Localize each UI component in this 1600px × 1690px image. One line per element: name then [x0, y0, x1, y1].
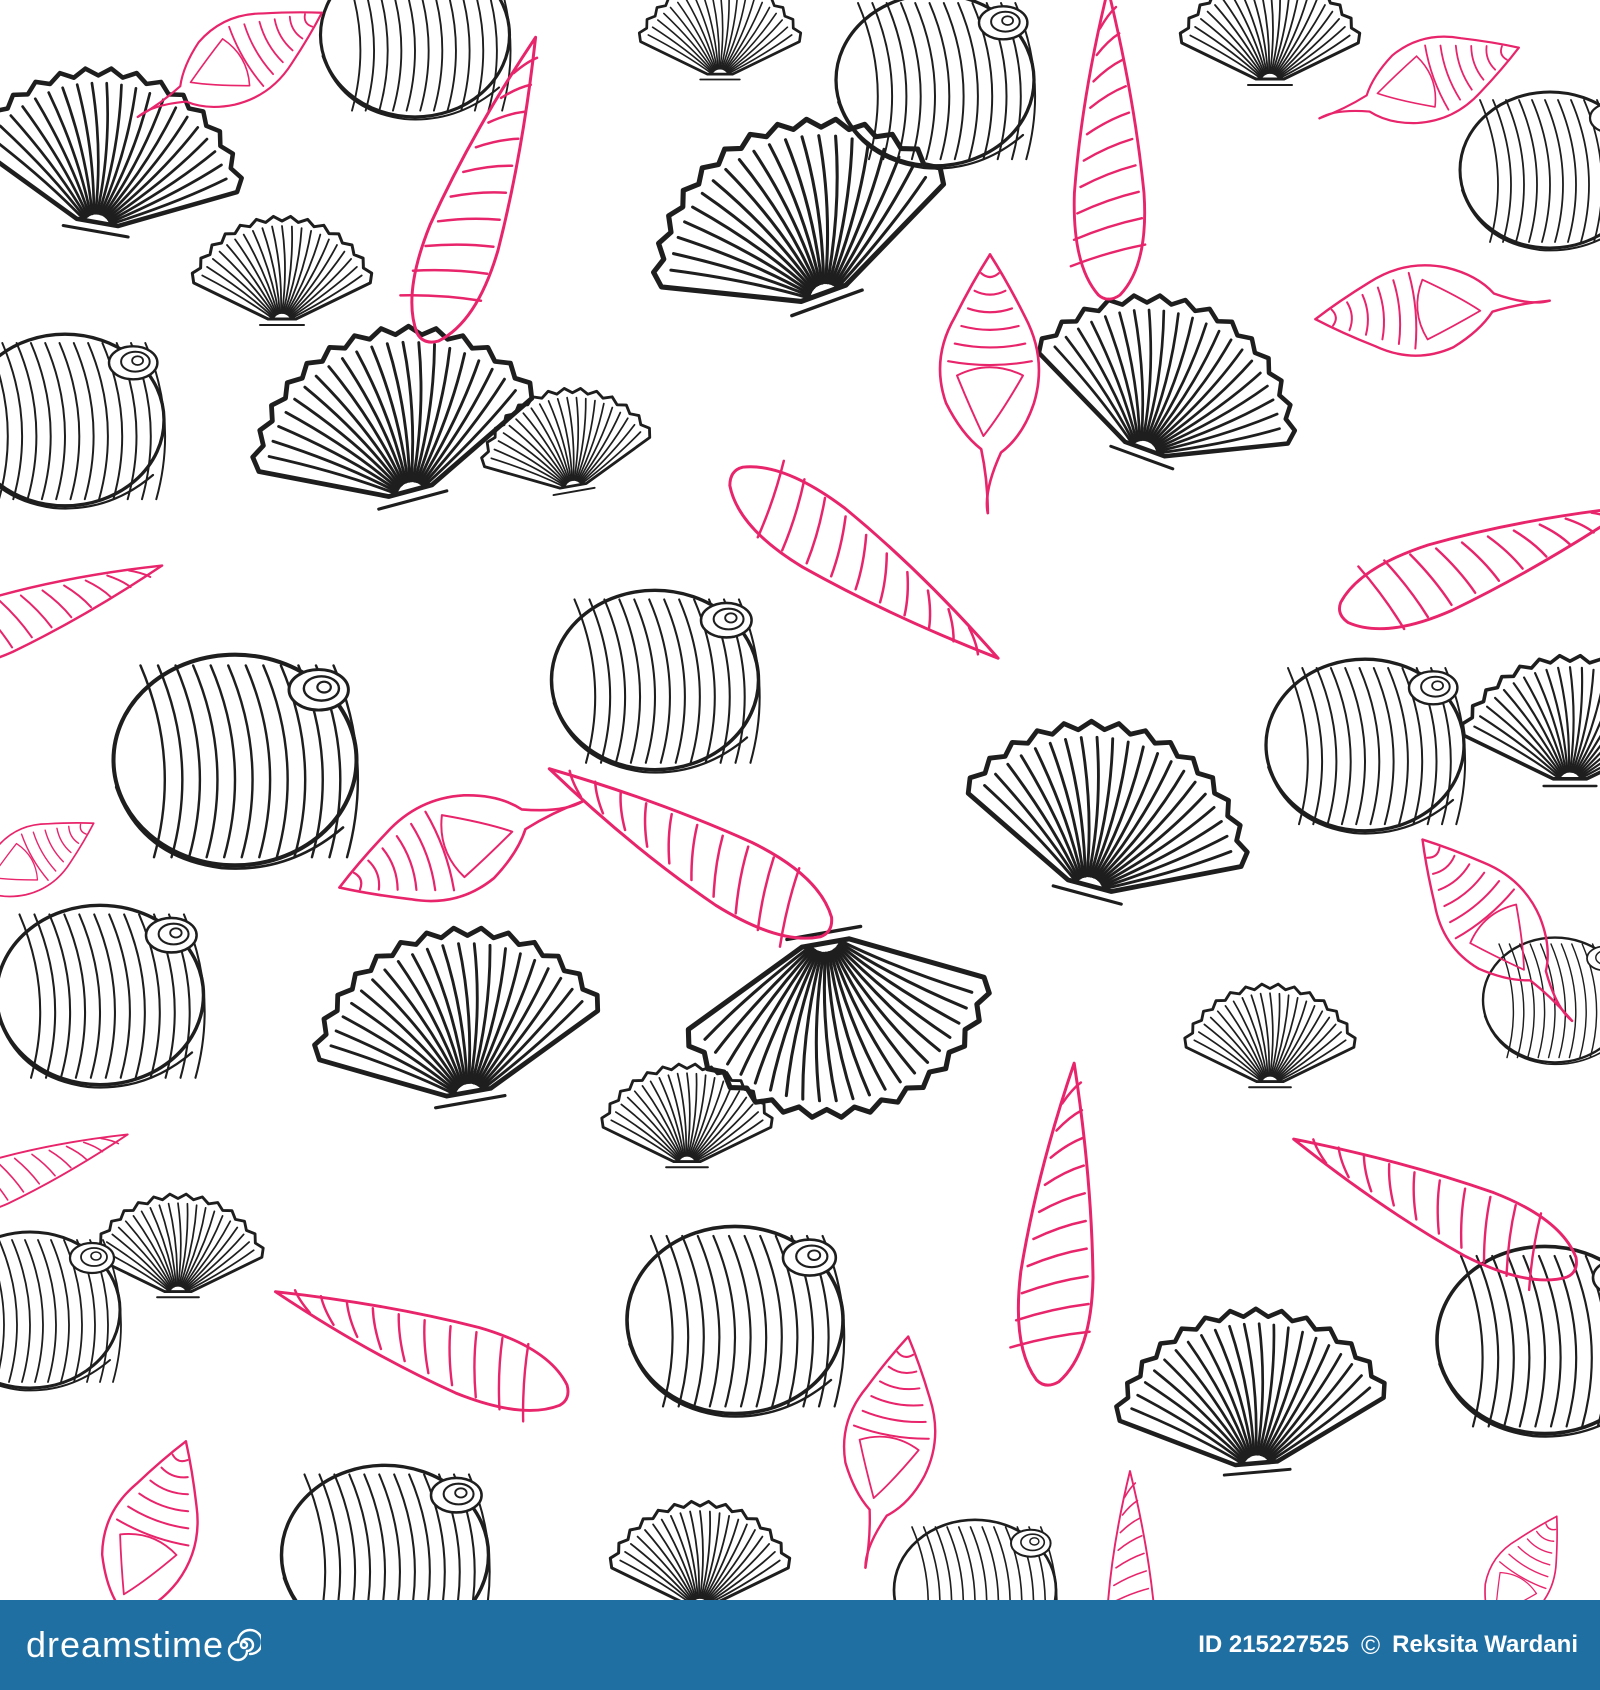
snail-shell: [892, 1518, 1058, 1600]
conch-shell: [1472, 1515, 1558, 1600]
conch-shell: [1421, 838, 1574, 1023]
scallop-shell: [91, 1192, 265, 1299]
spire-shell: [0, 564, 164, 669]
scallop-shell: [0, 66, 244, 239]
spire-shell: [1292, 1137, 1578, 1292]
snail-shell: [111, 652, 360, 870]
snail-shell: [318, 0, 512, 121]
scallop-shell: [1036, 293, 1298, 471]
spire-shell: [728, 459, 1000, 660]
scallop-shell: [1178, 0, 1362, 86]
scallop-shell: [250, 323, 535, 511]
dreamstime-logo: dreamstime: [26, 1624, 262, 1666]
scallop-shell: [965, 718, 1250, 906]
spire-shell: [399, 35, 539, 344]
spire-shell: [273, 1289, 570, 1423]
scallop-shell: [1183, 982, 1357, 1089]
snail-shell: [549, 588, 761, 774]
image-credit: ID 215227525 © Reksita Wardani: [1198, 1630, 1578, 1661]
snail-shell: [0, 1230, 122, 1392]
scallop-shell: [312, 925, 601, 1110]
copyright-symbol: ©: [1360, 1629, 1381, 1660]
spire-shell: [1069, 0, 1147, 301]
spire-shell: [0, 1133, 129, 1217]
scallop-shell: [1460, 653, 1600, 788]
snail-shell: [625, 1224, 846, 1418]
logo-text: dreamstime: [26, 1624, 225, 1665]
scallop-shell: [1114, 1306, 1387, 1477]
conch-shell: [1314, 264, 1551, 357]
stock-image: dreamstime ID 215227525 © Reksita Wardan…: [0, 0, 1600, 1690]
conch-shell: [100, 1440, 199, 1600]
scallop-shell: [651, 116, 947, 318]
scallop-shell: [600, 1062, 774, 1169]
spire-shell: [1338, 505, 1600, 631]
snail-shell: [0, 903, 206, 1089]
image-id: ID 215227525: [1198, 1631, 1349, 1658]
conch-shell: [938, 253, 1041, 515]
spire-shell: [1009, 1061, 1095, 1387]
conch-shell: [338, 794, 585, 903]
scallop-shell: [608, 1499, 792, 1600]
snail-shell: [279, 1463, 491, 1600]
author-name: Reksita Wardani: [1392, 1631, 1578, 1658]
snail-shell: [1458, 90, 1600, 252]
spiral-logo-icon: [227, 1628, 262, 1662]
scallop-shell: [190, 214, 374, 326]
seashell-pattern: [0, 0, 1600, 1600]
scallop-shell: [480, 387, 652, 497]
snail-shell: [1264, 657, 1467, 835]
snail-shell: [1481, 936, 1600, 1066]
snail-shell: [1435, 1244, 1600, 1438]
conch-shell: [0, 822, 95, 906]
snail-shell: [834, 0, 1037, 170]
scallop-shell: [637, 0, 803, 81]
shell-layer: [0, 0, 1600, 1600]
watermark-banner: dreamstime ID 215227525 © Reksita Wardan…: [0, 1600, 1600, 1690]
spire-shell: [1107, 1470, 1155, 1600]
snail-shell: [0, 332, 167, 510]
